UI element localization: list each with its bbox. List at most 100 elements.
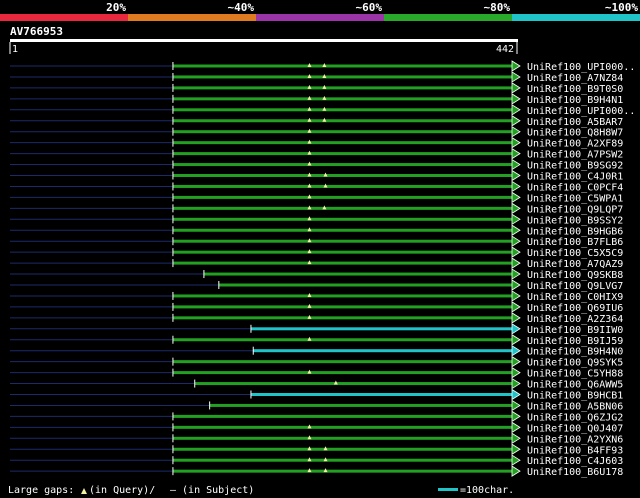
hit-row[interactable]: UniRef100_C5YH88 bbox=[10, 366, 623, 380]
hit-list: UniRef100_UPI000..UniRef100_A7NZ84UniRef… bbox=[10, 60, 635, 478]
alignment-arrow-icon bbox=[511, 60, 521, 72]
alignment-arrow-icon bbox=[511, 279, 521, 291]
hit-label[interactable]: UniRef100_C4J0R1 bbox=[527, 172, 623, 183]
hit-label[interactable]: UniRef100_A5BAR7 bbox=[527, 117, 623, 128]
hit-row[interactable]: UniRef100_UPI000.. bbox=[10, 104, 635, 117]
blast-overview: 20% ~40% ~60% ~80% ~100% AV766953 1 442 UniR… bbox=[0, 1, 640, 496]
hit-row[interactable]: UniRef100_B9H4N1 bbox=[10, 93, 623, 106]
hit-row[interactable]: UniRef100_Q69IU6 bbox=[10, 301, 623, 314]
alignment-bar bbox=[172, 261, 514, 265]
hit-row[interactable]: UniRef100_B9SSY2 bbox=[10, 213, 623, 226]
hit-row[interactable]: UniRef100_C0HIX9 bbox=[10, 290, 623, 303]
hit-row[interactable]: UniRef100_A7QAZ9 bbox=[10, 257, 623, 270]
hit-label[interactable]: UniRef100_Q9SYK5 bbox=[527, 358, 623, 369]
legend-label: ~60% bbox=[356, 1, 383, 14]
hit-label[interactable]: UniRef100_B9T0S0 bbox=[527, 84, 623, 95]
hit-row[interactable]: UniRef100_C5X5C9 bbox=[10, 246, 623, 259]
hit-row[interactable]: UniRef100_C5WPA1 bbox=[10, 191, 623, 204]
hit-row[interactable]: UniRef100_B9IJ59 bbox=[10, 334, 623, 347]
hit-row[interactable]: UniRef100_Q9SYK5 bbox=[10, 355, 623, 369]
hit-row[interactable]: UniRef100_A2YXN6 bbox=[10, 432, 623, 445]
hit-label[interactable]: UniRef100_Q9SKB8 bbox=[527, 270, 623, 281]
hit-label[interactable]: UniRef100_C5WPA1 bbox=[527, 193, 623, 204]
hit-row[interactable]: UniRef100_C0PCF4 bbox=[10, 180, 623, 193]
alignment-bar bbox=[172, 414, 514, 418]
hit-row[interactable]: UniRef100_B9HGB6 bbox=[10, 224, 623, 237]
hit-label[interactable]: UniRef100_B9H4N1 bbox=[527, 95, 623, 106]
hit-row[interactable]: UniRef100_Q6ZJG2 bbox=[10, 410, 623, 423]
hit-label[interactable]: UniRef100_A2YXN6 bbox=[527, 434, 623, 445]
hit-label[interactable]: UniRef100_A7QAZ9 bbox=[527, 259, 623, 270]
hit-row[interactable]: UniRef100_A7PSW2 bbox=[10, 147, 623, 161]
hit-label[interactable]: UniRef100_B9SSY2 bbox=[527, 215, 623, 226]
hit-row[interactable]: UniRef100_C4J0R1 bbox=[10, 169, 623, 183]
hit-label[interactable]: UniRef100_B9IJ59 bbox=[527, 336, 623, 347]
hit-label[interactable]: UniRef100_B9SG92 bbox=[527, 161, 623, 172]
in-subject-label: – (in Subject) bbox=[170, 485, 254, 496]
hit-label[interactable]: UniRef100_UPI000.. bbox=[527, 62, 635, 73]
hit-label[interactable]: UniRef100_A2XF89 bbox=[527, 139, 623, 150]
alignment-bar bbox=[194, 382, 513, 386]
hit-row[interactable]: UniRef100_B6U178 bbox=[10, 465, 623, 478]
hit-row[interactable]: UniRef100_UPI000.. bbox=[10, 60, 635, 73]
alignment-arrow-icon bbox=[511, 257, 521, 269]
hit-label[interactable]: UniRef100_B9HGB6 bbox=[527, 226, 623, 237]
hit-row[interactable]: UniRef100_B7FLB6 bbox=[10, 235, 623, 248]
hit-label[interactable]: UniRef100_C0HIX9 bbox=[527, 292, 623, 303]
hit-label[interactable]: UniRef100_B7FLB6 bbox=[527, 237, 623, 248]
hit-label[interactable]: UniRef100_B9HCB1 bbox=[527, 391, 623, 402]
hit-row[interactable]: UniRef100_B9T0S0 bbox=[10, 82, 623, 95]
hit-label[interactable]: UniRef100_A5BN06 bbox=[527, 401, 623, 412]
alignment-arrow-icon bbox=[511, 377, 521, 390]
hit-row[interactable]: UniRef100_B9HCB1 bbox=[10, 388, 623, 402]
query-gap-marker-icon bbox=[81, 488, 87, 494]
in-query-label: (in Query)/ bbox=[89, 485, 155, 496]
alignment-arrow-icon bbox=[511, 104, 521, 116]
hit-row[interactable]: UniRef100_A5BN06 bbox=[10, 399, 623, 412]
alignment-bar bbox=[218, 283, 514, 287]
hit-label[interactable]: UniRef100_C4J603 bbox=[527, 456, 623, 467]
hit-row[interactable]: UniRef100_Q9LQP7 bbox=[10, 202, 623, 215]
hit-row[interactable]: UniRef100_A5BAR7 bbox=[10, 115, 623, 128]
hit-label[interactable]: UniRef100_Q8H8W7 bbox=[527, 128, 623, 139]
hit-label[interactable]: UniRef100_Q6ZJG2 bbox=[527, 412, 623, 423]
hit-row[interactable]: UniRef100_Q9LVG7 bbox=[10, 279, 623, 292]
hit-label[interactable]: UniRef100_Q0J407 bbox=[527, 423, 623, 434]
hit-row[interactable]: UniRef100_Q9SKB8 bbox=[10, 268, 623, 281]
hit-row[interactable]: UniRef100_B9IIW0 bbox=[10, 323, 623, 336]
alignment-bar bbox=[172, 316, 514, 320]
hit-row[interactable]: UniRef100_B9SG92 bbox=[10, 158, 623, 172]
hit-label[interactable]: UniRef100_C5X5C9 bbox=[527, 248, 623, 259]
hit-label[interactable]: UniRef100_Q9LQP7 bbox=[527, 204, 623, 215]
hit-label[interactable]: UniRef100_B9IIW0 bbox=[527, 325, 623, 336]
hit-label[interactable]: UniRef100_C5YH88 bbox=[527, 369, 623, 380]
alignment-bar bbox=[172, 469, 514, 473]
hit-label[interactable]: UniRef100_B9H4N0 bbox=[527, 347, 623, 358]
hit-label[interactable]: UniRef100_B6U178 bbox=[527, 467, 623, 478]
hit-label[interactable]: UniRef100_A2Z364 bbox=[527, 314, 623, 325]
hit-label[interactable]: UniRef100_B4FF93 bbox=[527, 445, 623, 456]
hit-label[interactable]: UniRef100_UPI000.. bbox=[527, 106, 635, 117]
alignment-bar bbox=[172, 163, 514, 167]
hit-row[interactable]: UniRef100_A2Z364 bbox=[10, 312, 623, 325]
alignment-arrow-icon bbox=[511, 421, 521, 434]
alignment-arrow-icon bbox=[511, 355, 521, 368]
hit-label[interactable]: UniRef100_Q9LVG7 bbox=[527, 281, 623, 292]
hit-row[interactable]: UniRef100_A2XF89 bbox=[10, 136, 623, 150]
hit-label[interactable]: UniRef100_C0PCF4 bbox=[527, 182, 623, 193]
hit-row[interactable]: UniRef100_Q8H8W7 bbox=[10, 125, 623, 139]
footer-legend: Large gaps: (in Query)/ – (in Subject) =… bbox=[8, 485, 514, 496]
hit-row[interactable]: UniRef100_Q6AWW5 bbox=[10, 377, 623, 391]
hit-row[interactable]: UniRef100_B4FF93 bbox=[10, 443, 623, 456]
hit-label[interactable]: UniRef100_A7NZ84 bbox=[527, 73, 623, 84]
hit-label[interactable]: UniRef100_A7PSW2 bbox=[527, 150, 623, 161]
hit-row[interactable]: UniRef100_Q0J407 bbox=[10, 421, 623, 434]
alignment-arrow-icon bbox=[511, 399, 521, 412]
alignment-bar bbox=[172, 447, 514, 451]
hit-row[interactable]: UniRef100_A7NZ84 bbox=[10, 71, 623, 84]
alignment-bar bbox=[172, 305, 514, 309]
hit-row[interactable]: UniRef100_B9H4N0 bbox=[10, 344, 623, 358]
hit-label[interactable]: UniRef100_Q6AWW5 bbox=[527, 380, 623, 391]
hit-label[interactable]: UniRef100_Q69IU6 bbox=[527, 303, 623, 314]
hit-row[interactable]: UniRef100_C4J603 bbox=[10, 454, 623, 467]
